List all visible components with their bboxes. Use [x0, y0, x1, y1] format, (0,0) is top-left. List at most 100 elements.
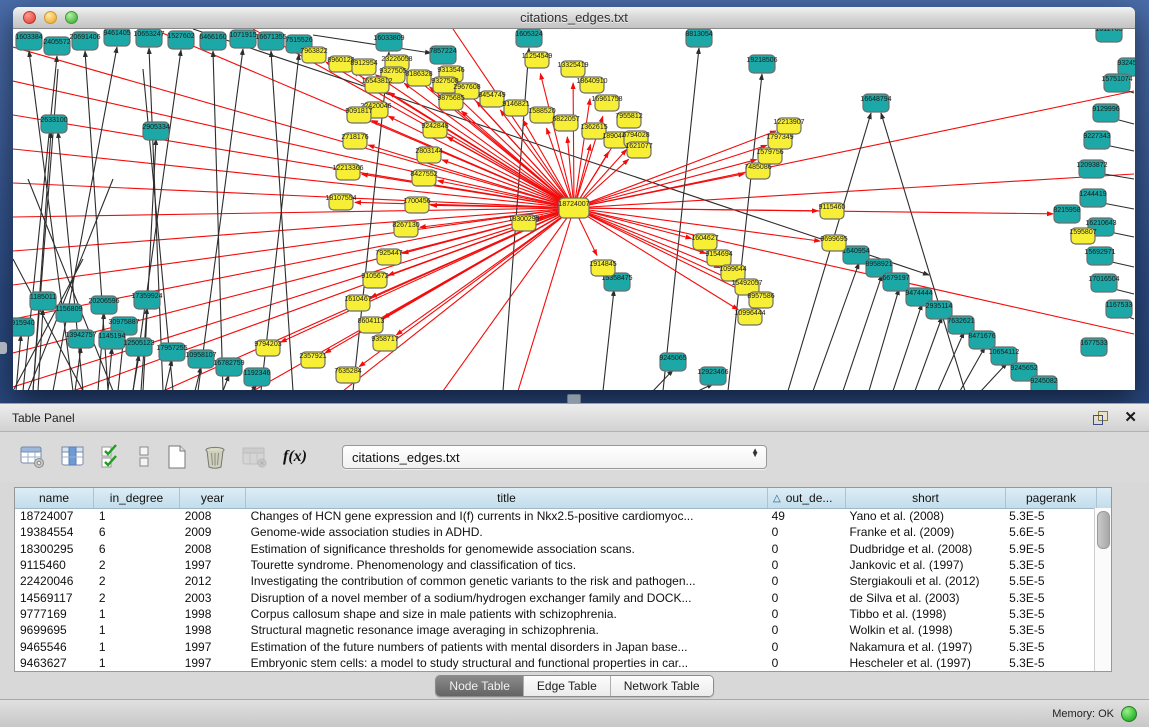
graph-node[interactable]: 3915940 [13, 318, 35, 336]
graph-node[interactable]: 9358717 [371, 335, 398, 351]
graph-node[interactable]: 1595807 [1069, 228, 1096, 244]
table-row[interactable]: 946362711997Embryonic stem cells: a mode… [15, 655, 1095, 671]
graph-node[interactable]: 13942757 [65, 330, 96, 348]
graph-node[interactable]: 1677533 [1080, 338, 1107, 356]
graph-node[interactable]: 8604113 [358, 317, 385, 333]
graph-node[interactable]: 1604627 [691, 234, 718, 250]
graph-node[interactable]: 2718176 [341, 133, 368, 149]
close-window-icon[interactable] [23, 11, 36, 24]
graph-node[interactable]: 10653247 [133, 29, 164, 47]
function-builder-icon[interactable]: f(x) [283, 442, 313, 472]
graph-node[interactable]: 1610467 [344, 295, 371, 311]
graph-node[interactable]: 1605324 [515, 29, 542, 47]
graph-node[interactable]: 13325419 [557, 61, 588, 77]
graph-node[interactable]: 9154694 [705, 250, 732, 266]
graph-node[interactable]: 1244419 [1079, 189, 1106, 207]
graph-node[interactable]: 16961758 [591, 95, 622, 111]
window-titlebar[interactable]: citations_edges.txt [13, 7, 1135, 29]
graph-node[interactable]: 9115460 [819, 203, 846, 219]
table-row[interactable]: 1872400712008Changes of HCN gene express… [15, 508, 1095, 524]
float-panel-icon[interactable] [1093, 411, 1108, 425]
graph-node[interactable]: 16782759 [213, 358, 244, 376]
column-header-out_de[interactable]: △out_de... [768, 488, 846, 508]
graph-node[interactable]: 9875685 [437, 94, 464, 110]
table-select-dropdown[interactable]: citations_edges.txt ▲▼ [342, 445, 767, 469]
table-row[interactable]: 977716911998Corpus callosum shape and si… [15, 606, 1095, 622]
column-header-name[interactable]: name [15, 488, 94, 508]
show-columns-icon[interactable] [61, 442, 85, 472]
graph-node[interactable]: 9245065 [659, 353, 686, 371]
graph-node[interactable]: 8957586 [747, 292, 774, 308]
graph-node[interactable]: 6466160 [199, 32, 226, 50]
graph-node[interactable]: 1621077 [625, 142, 652, 158]
graph-node[interactable]: 16033809 [373, 33, 404, 51]
delete-table-icon[interactable] [242, 442, 268, 472]
graph-node[interactable]: 15692971 [1084, 247, 1115, 265]
graph-node[interactable]: 17016504 [1088, 274, 1119, 292]
close-panel-icon[interactable]: ✕ [1124, 410, 1137, 425]
graph-node[interactable]: 8912954 [350, 59, 377, 75]
graph-node[interactable]: 7635284 [334, 367, 361, 383]
graph-node[interactable]: 16671355 [255, 32, 286, 50]
graph-node[interactable]: 12505123 [123, 338, 154, 356]
graph-node[interactable]: 17359924 [131, 291, 162, 309]
graph-node[interactable]: 1145194 [99, 331, 126, 349]
graph-node[interactable]: 8267130 [392, 221, 419, 237]
select-all-columns-icon[interactable] [100, 442, 122, 472]
network-graph[interactable]: 1603384240557220691406946140510653247152… [13, 29, 1135, 390]
graph-node[interactable]: 8215958 [1053, 205, 1080, 223]
tab-network-table[interactable]: Network Table [611, 676, 713, 696]
graph-node[interactable]: 1603384 [15, 32, 42, 50]
table-row[interactable]: 946554611997Estimation of the future num… [15, 638, 1095, 654]
graph-node[interactable]: 18300295 [508, 215, 539, 231]
zoom-window-icon[interactable] [65, 11, 78, 24]
table-row[interactable]: 1938455462009Genome-wide association stu… [15, 524, 1095, 540]
graph-node[interactable]: 9146821 [502, 100, 529, 116]
graph-node[interactable]: 1527602 [167, 31, 194, 49]
graph-node[interactable]: 1612705 [1095, 29, 1122, 42]
column-header-title[interactable]: title [246, 488, 768, 508]
graph-node[interactable]: 8813054 [685, 29, 712, 47]
graph-node[interactable]: 9245082 [1030, 376, 1057, 390]
graph-node[interactable]: 8186328 [405, 70, 432, 86]
graph-node[interactable]: 1156809 [56, 304, 83, 322]
scrollbar-thumb[interactable] [1097, 511, 1110, 549]
graph-node[interactable]: 12213366 [332, 164, 363, 180]
graph-node[interactable]: 12213907 [773, 118, 804, 134]
graph-node[interactable]: 9129996 [1092, 104, 1119, 122]
graph-node[interactable]: 2357921 [299, 352, 326, 368]
graph-node[interactable]: 1797349 [766, 133, 793, 149]
graph-node[interactable]: 10958107 [185, 350, 216, 368]
graph-node[interactable]: 6679197 [882, 273, 909, 291]
graph-node[interactable]: 9461405 [103, 29, 130, 46]
graph-node[interactable]: 12093872 [1076, 160, 1107, 178]
graph-node[interactable]: 9242848 [421, 122, 448, 138]
graph-node[interactable]: 8427552 [410, 170, 437, 186]
column-header-short[interactable]: short [846, 488, 1006, 508]
graph-node[interactable]: 7955812 [615, 112, 642, 128]
column-header-in_degree[interactable]: in_degree [94, 488, 180, 508]
graph-node[interactable]: 2935114 [926, 301, 953, 319]
network-canvas[interactable]: 1603384240557220691406946140510653247152… [13, 29, 1135, 390]
graph-node[interactable]: 2405572 [43, 37, 70, 55]
graph-node[interactable]: 20691406 [69, 32, 100, 50]
table-row[interactable]: 1830029562008Estimation of significance … [15, 541, 1095, 557]
vertical-scrollbar[interactable] [1094, 508, 1111, 671]
graph-node[interactable]: 9227343 [1083, 131, 1110, 149]
graph-node[interactable]: 2905334 [142, 122, 169, 140]
graph-node[interactable]: 9105672 [361, 272, 388, 288]
tab-node-table[interactable]: Node Table [436, 676, 524, 696]
column-header-pagerank[interactable]: pagerank [1006, 488, 1097, 508]
graph-node[interactable]: 17957255 [156, 343, 187, 361]
minimize-window-icon[interactable] [44, 11, 57, 24]
graph-node[interactable]: 15751074 [1101, 74, 1132, 92]
graph-node[interactable]: 18640910 [576, 77, 607, 93]
create-column-icon[interactable] [166, 442, 188, 472]
graph-node[interactable]: 1700456 [403, 197, 430, 213]
graph-node[interactable]: 2633100 [40, 115, 67, 133]
table-row[interactable]: 1456911722003Disruption of a novel membe… [15, 589, 1095, 605]
graph-node[interactable]: 9091817 [345, 107, 372, 123]
graph-node[interactable]: 7925447 [375, 249, 402, 265]
graph-node[interactable]: 1192346 [244, 368, 271, 386]
graph-node[interactable]: 1167533 [1106, 300, 1133, 318]
